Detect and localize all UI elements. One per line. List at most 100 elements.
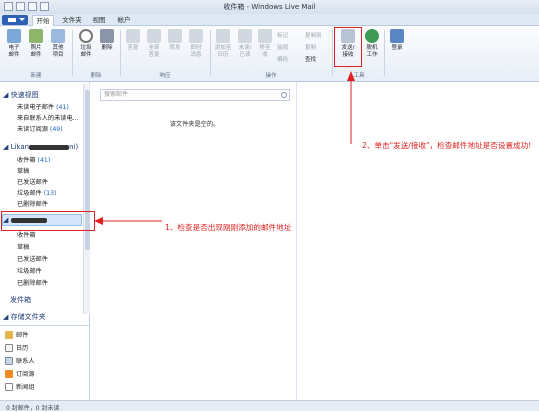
add-to-calendar-label: 添加至 日历 — [214, 45, 232, 58]
message-list — [92, 82, 297, 400]
encoding-button[interactable]: 编码 — [277, 55, 288, 63]
new-email-button[interactable]: 电子 邮件 — [3, 29, 25, 59]
reply-all-icon — [147, 29, 161, 43]
work-offline-label: 脱机 工作 — [366, 45, 378, 58]
group-new-label: 新建 — [30, 73, 42, 79]
group-respond-label: 响应 — [159, 73, 171, 79]
storage-folders-header[interactable]: ◢ 存储文件夹 — [3, 312, 46, 322]
quick-view-item[interactable]: 来自联系人的未读电... — [17, 113, 79, 122]
folder-label: 收件箱 — [17, 157, 36, 164]
forward-button[interactable]: 转发 — [164, 29, 186, 52]
folder-pane-scrollbar[interactable] — [83, 84, 90, 314]
folder-label: 已发送邮件 — [17, 179, 48, 186]
move-to-label: 移至 收 — [259, 45, 271, 58]
ribbon: 电子 邮件 照片 邮件 其他 项目 新建 垃圾 邮件 删除 删除 答复 全部 答… — [0, 26, 539, 82]
reply-button[interactable]: 答复 — [122, 29, 144, 52]
photo-email-button[interactable]: 照片 邮件 — [25, 29, 47, 59]
folder-junk[interactable]: 垃圾邮件 (13) — [17, 188, 56, 197]
unread-count: (41) — [37, 157, 51, 164]
folder-sent[interactable]: 已发送邮件 — [17, 177, 48, 186]
flag-button[interactable]: 标记 — [277, 31, 288, 39]
redacted-text — [29, 144, 70, 150]
nav-calendar[interactable]: 日历 — [5, 343, 28, 352]
delete-button[interactable]: 删除 — [96, 29, 118, 52]
window-title: 收件箱 - Windows Live Mail — [223, 3, 316, 11]
nav-mail-label: 邮件 — [16, 332, 29, 339]
tab-home[interactable]: 开始 — [32, 15, 54, 26]
chevron-down-icon — [19, 18, 25, 21]
find-button[interactable]: 查找 — [305, 55, 316, 63]
tab-folders[interactable]: 文件夹 — [60, 15, 84, 26]
account-header[interactable]: ◢ Likan ni) — [3, 143, 78, 151]
account-suffix: ni) — [69, 143, 79, 151]
quick-view-item[interactable]: 未读电子邮件 (41) — [17, 102, 69, 111]
copy-button[interactable]: 复制 — [305, 43, 316, 51]
ribbon-separator — [332, 30, 333, 76]
quick-views-header[interactable]: ◢ 快速视图 — [3, 90, 39, 100]
group-actions-label: 操作 — [265, 73, 277, 79]
other-items-label: 其他 项目 — [52, 45, 64, 58]
nav-newsgroups-label: 新闻组 — [16, 384, 35, 391]
add-to-calendar-button[interactable]: 添加至 日历 — [212, 29, 234, 59]
nav-feeds[interactable]: 订阅源 — [5, 369, 35, 378]
folder-deleted[interactable]: 已删除邮件 — [17, 199, 48, 208]
ribbon-separator — [120, 30, 121, 76]
forward-icon — [168, 29, 182, 43]
folder-drafts[interactable]: 草稿 — [17, 242, 29, 251]
quick-view-item[interactable]: 未读订阅源 (49) — [17, 124, 63, 133]
folder-icon — [258, 29, 272, 43]
items-icon — [51, 29, 65, 43]
other-items-button[interactable]: 其他 项目 — [47, 29, 69, 59]
sign-in-button[interactable]: 登录 — [386, 29, 408, 52]
folder-junk[interactable]: 垃圾邮件 — [17, 266, 42, 275]
unread-count: (49) — [49, 126, 63, 133]
new-email-label: 电子 邮件 — [8, 45, 20, 58]
newsgroup-icon — [5, 383, 13, 391]
folder-drafts[interactable]: 草稿 — [17, 166, 29, 175]
nav-newsgroups[interactable]: 新闻组 — [5, 382, 35, 391]
junk-label: 垃圾 邮件 — [80, 45, 92, 58]
folder-deleted[interactable]: 已删除邮件 — [17, 278, 48, 287]
highlight-box-send-receive — [334, 27, 362, 67]
app-menu-button[interactable] — [2, 15, 28, 25]
folder-outbox[interactable]: 发件箱 — [10, 295, 31, 305]
status-bar: 0 封邮件，0 封未读 — [0, 400, 539, 412]
quick-views-label: 快速视图 — [10, 91, 39, 99]
junk-button[interactable]: 垃圾 邮件 — [75, 29, 97, 59]
highlight-box-account — [1, 211, 95, 231]
envelope-icon — [238, 29, 252, 43]
photo-icon — [29, 29, 43, 43]
search-input[interactable]: 搜索邮件 — [100, 89, 290, 101]
ribbon-tabs: 开始 文件夹 视图 帐户 — [0, 14, 539, 26]
unread-count: (41) — [56, 104, 69, 111]
work-offline-button[interactable]: 脱机 工作 — [361, 29, 383, 59]
watch-button[interactable]: 监视 — [277, 43, 288, 51]
tab-view[interactable]: 视图 — [90, 15, 108, 26]
folder-inbox[interactable]: 收件箱 (41) — [17, 155, 50, 164]
storage-folders-label: 存储文件夹 — [10, 313, 46, 321]
delete-label: 删除 — [101, 45, 113, 51]
nav-calendar-label: 日历 — [16, 345, 29, 352]
folder-label: 已删除邮件 — [17, 201, 48, 208]
instant-message-button[interactable]: 即时 消息 — [185, 29, 207, 59]
rss-icon — [5, 370, 13, 378]
folder-sent[interactable]: 已发送邮件 — [17, 254, 48, 263]
reply-all-button[interactable]: 全部 答复 — [143, 29, 165, 59]
tab-accounts[interactable]: 帐户 — [114, 15, 134, 26]
unread-count: (13) — [43, 190, 57, 197]
group-delete-label: 删除 — [90, 73, 102, 79]
copy-to-button[interactable]: 复制到 — [305, 31, 322, 39]
nav-contacts[interactable]: 联系人 — [5, 356, 35, 365]
block-icon — [79, 29, 93, 43]
unread-read-label: 未读/ 已读 — [238, 45, 252, 58]
sign-in-label: 登录 — [391, 45, 403, 51]
photo-email-label: 照片 邮件 — [30, 45, 42, 58]
move-to-button[interactable]: 移至 收 — [256, 29, 274, 59]
search-icon[interactable] — [281, 92, 287, 98]
folder-inbox[interactable]: 收件箱 — [17, 230, 36, 239]
search-placeholder: 搜索邮件 — [104, 91, 129, 98]
account-name: Likan — [10, 143, 30, 151]
nav-mail[interactable]: 邮件 — [5, 330, 28, 339]
reply-all-label: 全部 答复 — [148, 45, 160, 58]
unread-read-button[interactable]: 未读/ 已读 — [234, 29, 256, 59]
